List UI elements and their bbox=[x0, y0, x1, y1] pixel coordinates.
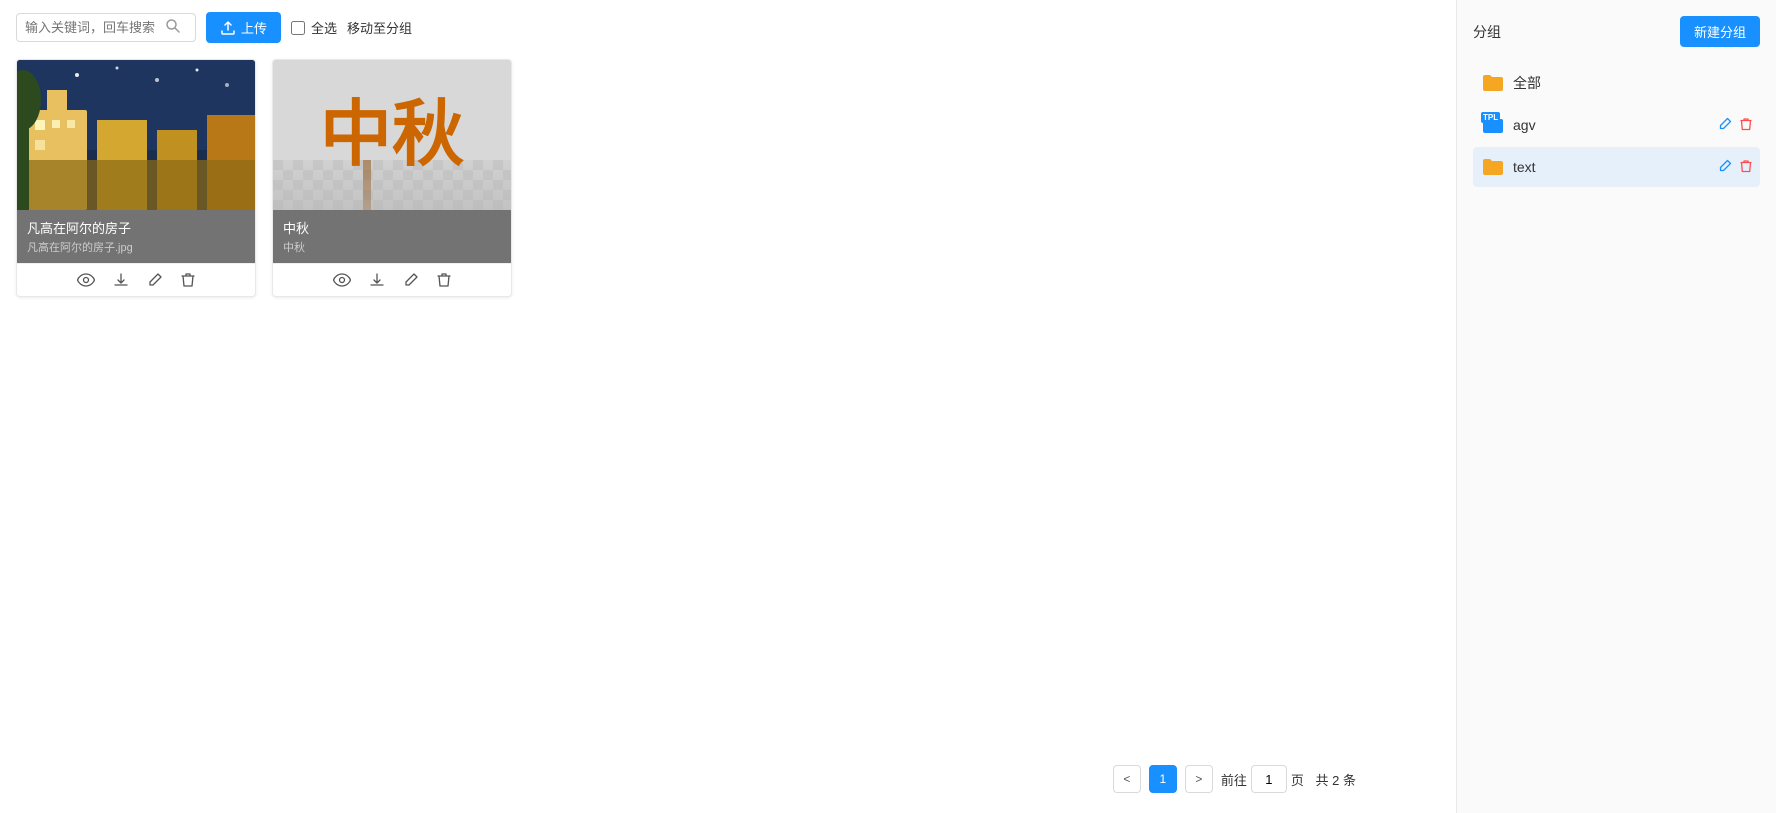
zhongqiu-text: 中秋 bbox=[320, 99, 464, 171]
image-card: 中秋 中秋 中秋 bbox=[272, 59, 512, 297]
image-card: 凡高在阿尔的房子 凡高在阿尔的房子.jpg bbox=[16, 59, 256, 297]
move-to-group-button[interactable]: 移动至分组 bbox=[347, 18, 412, 37]
group-agv-actions bbox=[1718, 117, 1752, 134]
delete-icon[interactable] bbox=[437, 272, 451, 288]
delete-icon[interactable] bbox=[181, 272, 195, 288]
group-all-name: 全部 bbox=[1513, 73, 1752, 93]
image-thumbnail bbox=[17, 60, 255, 210]
edit-icon[interactable] bbox=[403, 272, 419, 288]
goto-page-input[interactable] bbox=[1251, 765, 1287, 793]
pagination: < 1 > 前往 页 共 2 条 bbox=[1113, 765, 1356, 793]
image-name: 中秋 bbox=[283, 218, 501, 237]
download-icon[interactable] bbox=[369, 272, 385, 288]
group-agv-delete-icon[interactable] bbox=[1740, 117, 1752, 134]
upload-icon bbox=[220, 20, 236, 36]
image-filename: 凡高在阿尔的房子.jpg bbox=[27, 239, 245, 255]
view-icon[interactable] bbox=[333, 273, 351, 287]
search-icon[interactable] bbox=[165, 18, 181, 37]
pagination-info: 前往 页 共 2 条 bbox=[1221, 765, 1356, 793]
image-info: 凡高在阿尔的房子 凡高在阿尔的房子.jpg bbox=[17, 210, 255, 263]
folder-all-icon bbox=[1481, 73, 1505, 93]
select-all-label[interactable]: 全选 bbox=[311, 18, 337, 37]
folder-agv-icon: TPL bbox=[1481, 115, 1505, 135]
group-text-edit-icon[interactable] bbox=[1718, 159, 1732, 176]
edit-icon[interactable] bbox=[147, 272, 163, 288]
main-content: 上传 全选 移动至分组 bbox=[0, 0, 1456, 813]
sidebar: 分组 新建分组 全部 TPL agv bbox=[1456, 0, 1776, 813]
download-icon[interactable] bbox=[113, 272, 129, 288]
search-input[interactable] bbox=[25, 20, 165, 35]
total-label: 共 2 条 bbox=[1316, 770, 1356, 789]
sidebar-item-agv[interactable]: TPL agv bbox=[1473, 105, 1760, 145]
select-all-area: 全选 bbox=[291, 18, 337, 37]
sidebar-item-text[interactable]: text bbox=[1473, 147, 1760, 187]
prev-page-button[interactable]: < bbox=[1113, 765, 1141, 793]
group-agv-edit-icon[interactable] bbox=[1718, 117, 1732, 134]
group-text-actions bbox=[1718, 159, 1752, 176]
image-thumbnail: 中秋 bbox=[273, 60, 511, 210]
upload-label: 上传 bbox=[241, 18, 267, 37]
toolbar: 上传 全选 移动至分组 bbox=[16, 12, 1440, 43]
select-all-checkbox[interactable] bbox=[291, 21, 305, 35]
goto-prefix: 前往 bbox=[1221, 770, 1247, 789]
next-page-button[interactable]: > bbox=[1185, 765, 1213, 793]
image-name: 凡高在阿尔的房子 bbox=[27, 218, 245, 237]
vangogh-artwork bbox=[17, 60, 255, 210]
image-actions bbox=[273, 263, 511, 296]
page-suffix: 页 bbox=[1291, 770, 1304, 789]
group-agv-name: agv bbox=[1513, 117, 1710, 133]
view-icon[interactable] bbox=[77, 273, 95, 287]
group-text-delete-icon[interactable] bbox=[1740, 159, 1752, 176]
tpl-badge: TPL bbox=[1481, 112, 1500, 123]
image-info: 中秋 中秋 bbox=[273, 210, 511, 263]
image-filename: 中秋 bbox=[283, 239, 501, 255]
image-actions bbox=[17, 263, 255, 296]
sidebar-title: 分组 bbox=[1473, 22, 1501, 42]
sidebar-header: 分组 新建分组 bbox=[1473, 16, 1760, 47]
sidebar-item-all[interactable]: 全部 bbox=[1473, 63, 1760, 103]
folder-text-icon bbox=[1481, 157, 1505, 177]
page-1-button[interactable]: 1 bbox=[1149, 765, 1177, 793]
search-box bbox=[16, 13, 196, 42]
upload-button[interactable]: 上传 bbox=[206, 12, 281, 43]
image-grid: 凡高在阿尔的房子 凡高在阿尔的房子.jpg bbox=[16, 59, 1440, 297]
group-text-name: text bbox=[1513, 159, 1710, 175]
new-group-button[interactable]: 新建分组 bbox=[1680, 16, 1760, 47]
